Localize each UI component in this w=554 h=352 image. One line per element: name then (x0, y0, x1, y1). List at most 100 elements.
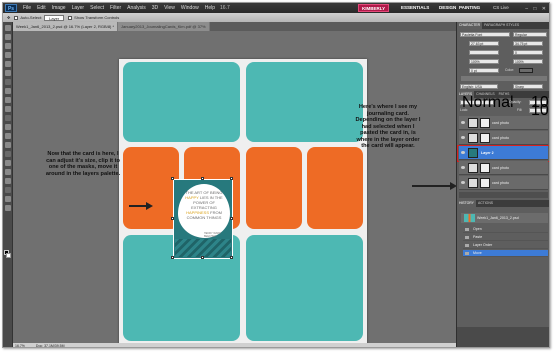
auto-select-checkbox[interactable] (14, 15, 19, 20)
transform-handle-bm[interactable] (201, 256, 204, 259)
snapshot-name: Week1_Jan6_2013_2.psd (477, 216, 519, 220)
history-step[interactable]: Layer Order (463, 242, 548, 249)
fill-label: Fill: (517, 108, 523, 112)
zoom-tool-icon[interactable] (5, 205, 11, 211)
photo-mask-top-right[interactable] (246, 62, 363, 142)
photo-mask-mid-3[interactable] (246, 147, 302, 229)
workspace-painting[interactable]: PAINTING (456, 4, 483, 12)
menu-file[interactable]: File (20, 3, 34, 13)
eyedropper-tool-icon[interactable] (5, 70, 11, 76)
crop-tool-icon[interactable] (5, 61, 11, 67)
cs-live-button[interactable]: CS Live (490, 4, 512, 12)
healing-tool-icon[interactable] (5, 79, 11, 85)
hand-tool-icon[interactable] (5, 196, 11, 202)
layer-thumbnail (468, 118, 478, 128)
photo-mask-top-left[interactable] (123, 62, 240, 142)
transform-handle-mr[interactable] (230, 217, 233, 220)
history-step[interactable]: Paste (463, 234, 548, 241)
workspace-kimberly[interactable]: KIMBERLY (358, 4, 390, 12)
language-select[interactable]: English: USA (460, 84, 498, 89)
3d-rotate-tool-icon[interactable] (5, 187, 11, 193)
canvas-area[interactable]: THE ART OF BEING HAPPY LIES IN THE POWER… (13, 31, 456, 343)
menu-analysis[interactable]: Analysis (124, 3, 149, 13)
pen-tool-icon[interactable] (5, 151, 11, 157)
menu-layer[interactable]: Layer (69, 3, 88, 13)
baseline-shift-field[interactable]: 0 pt (469, 68, 499, 73)
tab-character[interactable]: CHARACTER (457, 22, 483, 29)
visibility-eye-icon[interactable] (461, 181, 465, 184)
menu-help[interactable]: Help (202, 3, 218, 13)
auto-select-dropdown[interactable]: Layer (44, 14, 65, 21)
fill-field[interactable]: 100% (529, 103, 549, 119)
menu-window[interactable]: Window (178, 3, 202, 13)
font-size-field[interactable]: 27.63 pt (469, 41, 499, 46)
gradient-tool-icon[interactable] (5, 124, 11, 130)
menu-select[interactable]: Select (87, 3, 107, 13)
path-select-tool-icon[interactable] (5, 169, 11, 175)
zoom-level[interactable]: 16.7 (218, 3, 232, 13)
history-step-selected[interactable]: Move (463, 250, 548, 257)
layer-row[interactable]: card photo (459, 161, 548, 175)
leading-field[interactable]: 34.75 pt (513, 41, 543, 46)
blend-mode-select[interactable]: Normal (460, 95, 514, 111)
menu-view[interactable]: View (161, 3, 178, 13)
text-style-buttons[interactable] (461, 76, 547, 81)
antialias-select[interactable]: Sharp (513, 84, 543, 89)
history-snapshot[interactable]: Week1_Jan6_2013_2.psd (461, 213, 548, 223)
photo-mask-mid-4[interactable] (307, 147, 363, 229)
kerning-field[interactable] (469, 50, 499, 55)
menu-filter[interactable]: Filter (107, 3, 124, 13)
dodge-tool-icon[interactable] (5, 142, 11, 148)
visibility-eye-icon[interactable] (461, 121, 465, 124)
text-color-swatch[interactable] (519, 68, 533, 73)
document-canvas[interactable] (119, 59, 367, 343)
history-panel: Week1_Jan6_2013_2.psd Open Paste Layer O… (457, 207, 549, 327)
layer-row[interactable]: card photo (459, 176, 548, 190)
eraser-tool-icon[interactable] (5, 115, 11, 121)
layer-row[interactable]: card photo (459, 131, 548, 145)
transform-handle-ml[interactable] (171, 217, 174, 220)
brush-tool-icon[interactable] (5, 88, 11, 94)
font-family-select[interactable]: Pauletta Font (460, 32, 510, 37)
doc-tab-active[interactable]: Week1_Jan6_2013_2.psd @ 16.7% (Layer 2, … (13, 22, 119, 31)
transform-handle-tl[interactable] (171, 177, 174, 180)
menu-edit[interactable]: Edit (34, 3, 49, 13)
workspace-essentials[interactable]: ESSENTIALS (398, 4, 432, 12)
transform-handle-bl[interactable] (171, 256, 174, 259)
horizontal-scale-field[interactable]: 100% (513, 59, 543, 64)
journaling-card[interactable]: THE ART OF BEING HAPPY LIES IN THE POWER… (171, 177, 233, 259)
visibility-eye-icon[interactable] (461, 136, 465, 139)
tab-history[interactable]: HISTORY (457, 200, 476, 207)
history-brush-tool-icon[interactable] (5, 106, 11, 112)
clone-stamp-tool-icon[interactable] (5, 97, 11, 103)
shape-tool-icon[interactable] (5, 178, 11, 184)
mask-thumbnail (480, 163, 490, 173)
lasso-tool-icon[interactable] (5, 43, 11, 49)
status-zoom[interactable]: 16.7% (15, 344, 25, 347)
vertical-scale-field[interactable]: 100% (469, 59, 499, 64)
background-color-swatch[interactable] (6, 253, 11, 258)
transform-controls-checkbox[interactable] (68, 15, 73, 20)
doc-tab-inactive[interactable]: January2013_JournalingCards_Kim.pdf @ 37… (118, 22, 210, 31)
blur-tool-icon[interactable] (5, 133, 11, 139)
quick-select-tool-icon[interactable] (5, 52, 11, 58)
tab-actions[interactable]: ACTIONS (476, 200, 495, 207)
menu-image[interactable]: Image (49, 3, 69, 13)
transform-handle-br[interactable] (230, 256, 233, 259)
layers-footer-buttons[interactable] (459, 192, 548, 198)
marquee-tool-icon[interactable] (5, 34, 11, 40)
transform-handle-tr[interactable] (230, 177, 233, 180)
transform-handle-tm[interactable] (201, 177, 204, 180)
history-step[interactable]: Open (463, 226, 548, 233)
tab-paragraph-styles[interactable]: PARAGRAPH STYLES (482, 22, 521, 29)
layer-row[interactable]: card photo (459, 116, 548, 130)
move-tool-icon[interactable] (5, 25, 11, 31)
menu-3d[interactable]: 3D (149, 3, 161, 13)
type-tool-icon[interactable] (5, 160, 11, 166)
photo-mask-bottom-right[interactable] (246, 235, 363, 341)
mask-thumbnail (480, 133, 490, 143)
font-style-select[interactable]: Regular (513, 32, 547, 37)
history-step-icon (465, 236, 469, 239)
tracking-field[interactable]: 0 (513, 50, 543, 55)
visibility-eye-icon[interactable] (461, 166, 465, 169)
